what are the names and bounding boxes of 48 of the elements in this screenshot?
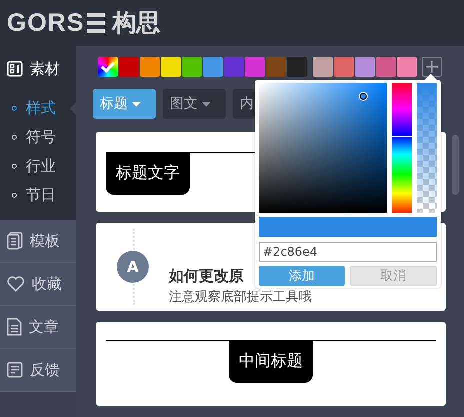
color-swatch[interactable] [203, 57, 223, 77]
book-icon [7, 232, 23, 250]
sidebar-item[interactable]: 素材 [0, 46, 76, 92]
sidebar-item[interactable]: 模板 [0, 220, 76, 263]
sidebar-item[interactable]: 收藏 [0, 263, 76, 306]
color-swatch[interactable] [245, 57, 265, 77]
sidebar-subitem[interactable]: 样式 [0, 94, 76, 123]
add-color-button[interactable] [422, 57, 442, 77]
color-swatch[interactable] [140, 57, 160, 77]
scrollbar[interactable] [452, 135, 459, 195]
color-swatch[interactable] [397, 57, 417, 77]
sidebar-subitem[interactable]: 符号 [0, 123, 76, 152]
picker-handle[interactable] [360, 93, 367, 100]
sidebar-item[interactable]: 文章 [0, 306, 76, 349]
logo-bars-icon [86, 12, 105, 34]
color-swatch[interactable] [376, 57, 396, 77]
color-swatch[interactable] [224, 57, 244, 77]
title-label: 标题文字 [106, 153, 190, 195]
letter-badge: A [117, 251, 149, 283]
item-title: 如何更改原 [169, 266, 244, 286]
caret-icon [202, 102, 211, 106]
grid-icon [7, 61, 23, 77]
logo-text: GORS [7, 8, 85, 38]
hex-input[interactable]: #2c86e4 [259, 242, 437, 262]
color-swatch[interactable] [161, 57, 181, 77]
color-swatch[interactable] [266, 57, 286, 77]
sidebar-subitem[interactable]: 行业 [0, 152, 76, 181]
title-label: 中间标题 [229, 341, 313, 383]
color-swatch[interactable] [182, 57, 202, 77]
caret-icon [132, 102, 141, 106]
color-swatch[interactable] [334, 57, 354, 77]
sidebar-subitem[interactable]: 节日 [0, 181, 76, 210]
color-swatch[interactable] [98, 57, 118, 77]
color-swatch[interactable] [287, 57, 307, 77]
saturation-area[interactable] [259, 83, 388, 213]
category-tab[interactable]: 图文 [163, 89, 226, 119]
heart-icon [7, 276, 25, 292]
alpha-slider[interactable] [417, 83, 437, 213]
color-swatch[interactable] [313, 57, 333, 77]
color-swatch[interactable] [119, 57, 139, 77]
sidebar-item[interactable]: 反馈 [0, 349, 76, 392]
color-swatch[interactable] [355, 57, 375, 77]
item-subtitle: 注意观察底部提示工具哦 [169, 288, 312, 306]
template-card[interactable]: 中间标题 [96, 322, 446, 406]
document-icon [7, 318, 22, 336]
logo-text: 构思 [112, 8, 161, 39]
message-icon [7, 362, 23, 378]
hue-slider[interactable] [392, 83, 412, 213]
